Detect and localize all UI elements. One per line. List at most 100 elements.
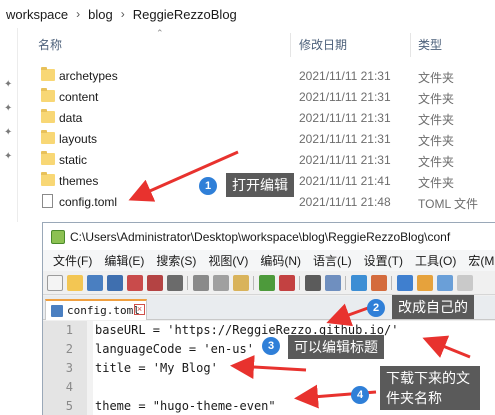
print-icon[interactable] [167, 275, 183, 291]
callout-badge-2: 2 [367, 299, 385, 317]
file-type: 文件夹 [418, 155, 455, 169]
cut-icon[interactable] [193, 275, 209, 291]
sync-scroll-icon[interactable] [397, 275, 413, 291]
code-text[interactable]: theme = "hugo-theme-even" [95, 399, 276, 413]
file-type: TOML 文件 [418, 197, 479, 211]
line-number: 2 [65, 342, 73, 356]
folder-icon [41, 151, 55, 165]
breadcrumb: workspace › blog › ReggieRezzoBlog [0, 0, 495, 28]
find-icon[interactable] [305, 275, 321, 291]
zoom-in-icon[interactable] [351, 275, 367, 291]
toolbar-separator [253, 276, 254, 290]
column-divider[interactable] [290, 33, 291, 57]
file-type: 文件夹 [418, 176, 455, 190]
show-all-icon[interactable] [437, 275, 453, 291]
toolbar-separator [345, 276, 346, 290]
file-modified: 2021/11/11 21:31 [299, 132, 391, 146]
file-row-static[interactable]: static 2021/11/11 21:31 文件夹 [18, 150, 495, 171]
file-type: 文件夹 [418, 134, 455, 148]
open-file-icon[interactable] [67, 275, 83, 291]
column-divider[interactable] [410, 33, 411, 57]
redo-icon[interactable] [279, 275, 295, 291]
menu-settings[interactable]: 设置(T) [358, 252, 409, 269]
file-modified: 2021/11/11 21:48 [299, 195, 391, 209]
menu-search[interactable]: 搜索(S) [150, 252, 202, 269]
breadcrumb-item-reggierezzoblog[interactable]: ReggieRezzoBlog [131, 7, 239, 22]
column-header-modified[interactable]: 修改日期 [299, 36, 347, 56]
line-number: 1 [65, 323, 73, 337]
window-title: C:\Users\Administrator\Desktop\workspace… [70, 230, 451, 244]
file-name: static [59, 153, 88, 167]
toolbar-separator [299, 276, 300, 290]
code-text[interactable]: languageCode = 'en-us' [95, 342, 254, 356]
file-type: 文件夹 [418, 113, 455, 127]
copy-icon[interactable] [213, 275, 229, 291]
toolbar [43, 271, 495, 295]
file-name: content [59, 90, 99, 104]
callout-badge-3: 3 [262, 337, 280, 355]
toolbar-separator [187, 276, 188, 290]
pin-icon[interactable]: ✦ [4, 80, 14, 90]
tab-label: config.toml [67, 304, 140, 317]
menu-language[interactable]: 语言(L) [307, 252, 358, 269]
code-text[interactable]: title = 'My Blog' [95, 361, 218, 375]
callout-badge-1: 1 [199, 177, 217, 195]
close-icon[interactable] [127, 275, 143, 291]
file-row-layouts[interactable]: layouts 2021/11/11 21:31 文件夹 [18, 129, 495, 150]
column-header-type[interactable]: 类型 [418, 36, 442, 56]
window-title-bar[interactable]: C:\Users\Administrator\Desktop\workspace… [43, 223, 495, 250]
callout-label-4: 下载下来的文件夹名称 [380, 366, 480, 410]
file-modified: 2021/11/11 21:31 [299, 153, 391, 167]
notepad-plus-plus-icon [51, 230, 65, 244]
document-icon [42, 194, 53, 208]
pin-icon[interactable]: ✦ [4, 152, 14, 162]
chevron-right-icon: › [120, 7, 125, 21]
file-row-data[interactable]: data 2021/11/11 21:31 文件夹 [18, 108, 495, 129]
callout-label-1: 打开编辑 [226, 173, 294, 197]
menu-edit[interactable]: 编辑(E) [98, 252, 150, 269]
file-name: config.toml [59, 195, 118, 209]
indent-guide-icon[interactable] [457, 275, 473, 291]
menu-encoding[interactable]: 编码(N) [254, 252, 307, 269]
line-number: 3 [65, 361, 73, 375]
new-file-icon[interactable] [47, 275, 63, 291]
pin-icon[interactable]: ✦ [4, 104, 14, 114]
folder-icon [41, 130, 55, 144]
folder-icon [41, 172, 55, 186]
file-row-archetypes[interactable]: archetypes 2021/11/11 21:31 文件夹 [18, 66, 495, 87]
close-all-icon[interactable] [147, 275, 163, 291]
save-icon [51, 305, 63, 317]
file-row-content[interactable]: content 2021/11/11 21:31 文件夹 [18, 87, 495, 108]
save-icon[interactable] [87, 275, 103, 291]
folder-icon [41, 109, 55, 123]
menu-file[interactable]: 文件(F) [47, 252, 98, 269]
folder-icon [41, 67, 55, 81]
toolbar-separator [391, 276, 392, 290]
navigation-pane-edge: ✦ ✦ ✦ ✦ [0, 28, 18, 222]
breadcrumb-item-blog[interactable]: blog [86, 7, 115, 22]
file-name: layouts [59, 132, 98, 146]
zoom-out-icon[interactable] [371, 275, 387, 291]
menu-macro[interactable]: 宏(M [462, 252, 495, 269]
pin-icon[interactable]: ✦ [4, 128, 14, 138]
replace-icon[interactable] [325, 275, 341, 291]
menu-view[interactable]: 视图(V) [202, 252, 254, 269]
file-type: 文件夹 [418, 71, 455, 85]
callout-badge-4: 4 [351, 386, 369, 404]
column-header-name[interactable]: 名称 [38, 36, 62, 56]
close-icon[interactable]: × [134, 304, 145, 315]
line-number: 5 [65, 399, 73, 413]
undo-icon[interactable] [259, 275, 275, 291]
line-number: 4 [65, 380, 73, 394]
word-wrap-icon[interactable] [417, 275, 433, 291]
tab-config-toml[interactable]: config.toml × [45, 299, 147, 320]
file-name: archetypes [59, 69, 118, 83]
folder-icon [41, 88, 55, 102]
callout-label-2: 改成自己的 [392, 295, 474, 319]
callout-label-3: 可以编辑标题 [288, 335, 384, 359]
breadcrumb-item-workspace[interactable]: workspace [4, 7, 70, 22]
save-all-icon[interactable] [107, 275, 123, 291]
file-modified: 2021/11/11 21:31 [299, 69, 391, 83]
paste-icon[interactable] [233, 275, 249, 291]
menu-tools[interactable]: 工具(O) [409, 252, 462, 269]
